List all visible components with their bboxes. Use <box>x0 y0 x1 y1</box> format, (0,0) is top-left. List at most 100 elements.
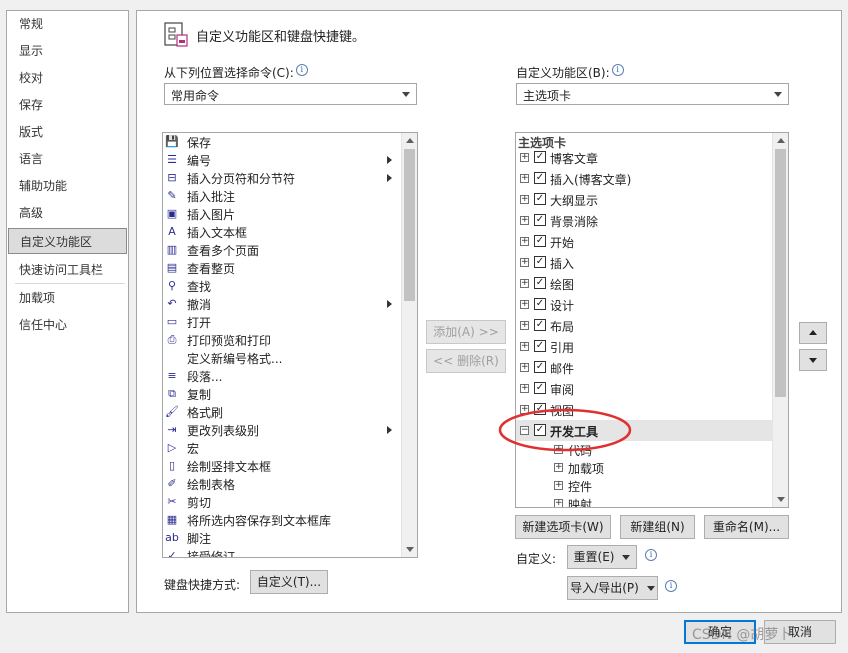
command-item[interactable]: ☰ 编号 <box>163 151 399 169</box>
command-item[interactable]: ▭ 打开 <box>163 313 399 331</box>
expand-icon[interactable]: + <box>520 300 529 309</box>
command-item[interactable]: ✐ 绘制表格 <box>163 475 399 493</box>
ribbon-tab-item[interactable]: + ✓ 审阅 <box>516 378 772 399</box>
choose-commands-dropdown[interactable]: 常用命令 <box>164 83 417 105</box>
command-item[interactable]: ab 脚注 <box>163 529 399 547</box>
scroll-thumb[interactable] <box>404 149 415 301</box>
nav-item-4[interactable]: 版式 <box>8 119 127 145</box>
expand-icon[interactable]: + <box>520 279 529 288</box>
tab-checkbox[interactable]: ✓ <box>534 193 546 205</box>
ribbon-tab-item[interactable]: + ✓ 引用 <box>516 336 772 357</box>
expand-icon[interactable]: + <box>520 321 529 330</box>
tab-checkbox[interactable]: ✓ <box>534 319 546 331</box>
commands-list[interactable]: 💾 保存 ☰ 编号 ⊟ 插入分页符和分节符 ✎ 插入批注 ▣ 插入图片 A 插入文本框 ▥ 查看多个页面 ▤… <box>162 132 418 558</box>
expand-icon[interactable]: + <box>520 258 529 267</box>
command-item[interactable]: ▣ 插入图片 <box>163 205 399 223</box>
command-item[interactable]: ⎙ 打印预览和打印 <box>163 331 399 349</box>
command-item[interactable]: ▷ 宏 <box>163 439 399 457</box>
ribbon-group-item[interactable]: + 映射 <box>516 495 772 507</box>
ribbon-tab-item[interactable]: + ✓ 博客文章 <box>516 147 772 168</box>
nav-item-7[interactable]: 高级 <box>8 200 127 226</box>
ribbon-tab-item[interactable]: + ✓ 绘图 <box>516 273 772 294</box>
ribbon-tab-item[interactable]: + ✓ 插入 <box>516 252 772 273</box>
tab-checkbox[interactable]: ✓ <box>534 361 546 373</box>
expand-icon[interactable]: + <box>520 363 529 372</box>
expand-icon[interactable]: + <box>520 216 529 225</box>
tab-label: 设计 <box>550 299 575 313</box>
command-item[interactable]: 定义新编号格式... <box>163 349 399 367</box>
remove-button[interactable]: << 删除(R) <box>426 349 506 373</box>
import-export-dropdown[interactable]: 导入/导出(P) <box>567 576 658 600</box>
command-item[interactable]: ≡ 段落... <box>163 367 399 385</box>
tab-checkbox[interactable]: ✓ <box>534 235 546 247</box>
command-item[interactable]: ✓ 接受修订 <box>163 547 399 557</box>
command-item[interactable]: 💾 保存 <box>163 133 399 151</box>
command-item[interactable]: 🖌 格式刷 <box>163 403 399 421</box>
ribbon-tab-item[interactable]: + ✓ 邮件 <box>516 357 772 378</box>
tab-checkbox[interactable]: ✓ <box>534 256 546 268</box>
ribbon-tab-item[interactable]: + ✓ 背景消除 <box>516 210 772 231</box>
nav-item-2[interactable]: 校对 <box>8 65 127 91</box>
reset-dropdown[interactable]: 重置(E) <box>567 545 637 569</box>
new-tab-button[interactable]: 新建选项卡(W) <box>515 515 611 539</box>
expand-icon[interactable]: + <box>520 174 529 183</box>
tab-checkbox[interactable]: ✓ <box>534 214 546 226</box>
command-item[interactable]: ✎ 插入批注 <box>163 187 399 205</box>
expand-icon[interactable]: + <box>554 463 563 472</box>
command-item[interactable]: ▦ 将所选内容保存到文本框库 <box>163 511 399 529</box>
command-item[interactable]: ▥ 查看多个页面 <box>163 241 399 259</box>
rename-button[interactable]: 重命名(M)... <box>704 515 789 539</box>
ribbon-tab-item[interactable]: + ✓ 大纲显示 <box>516 189 772 210</box>
nav-item-1[interactable]: 显示 <box>8 38 127 64</box>
expand-icon[interactable]: + <box>554 481 563 490</box>
scroll-up-button[interactable] <box>402 133 417 148</box>
add-button[interactable]: 添加(A) >> <box>426 320 506 344</box>
expand-icon[interactable]: + <box>554 499 563 507</box>
nav-item-8[interactable]: 自定义功能区 <box>8 228 127 254</box>
command-item[interactable]: ⇥ 更改列表级别 <box>163 421 399 439</box>
command-item[interactable]: ▤ 查看整页 <box>163 259 399 277</box>
new-group-button[interactable]: 新建组(N) <box>620 515 695 539</box>
tab-checkbox[interactable]: ✓ <box>534 151 546 163</box>
tab-checkbox[interactable]: ✓ <box>534 172 546 184</box>
nav-item-9[interactable]: 快速访问工具栏 <box>8 257 127 283</box>
ribbon-tab-item[interactable]: + ✓ 开始 <box>516 231 772 252</box>
customize-keyboard-button[interactable]: 自定义(T)... <box>250 570 328 594</box>
ribbon-tab-item[interactable]: + ✓ 布局 <box>516 315 772 336</box>
command-item[interactable]: ⧉ 复制 <box>163 385 399 403</box>
ribbon-group-item[interactable]: + 加载项 <box>516 459 772 477</box>
expand-icon[interactable]: + <box>520 195 529 204</box>
command-item[interactable]: ✂ 剪切 <box>163 493 399 511</box>
scroll-thumb[interactable] <box>775 149 786 397</box>
move-down-button[interactable] <box>799 349 827 371</box>
nav-item-11[interactable]: 信任中心 <box>8 312 127 338</box>
nav-item-10[interactable]: 加载项 <box>8 285 127 311</box>
move-up-button[interactable] <box>799 322 827 344</box>
tab-checkbox[interactable]: ✓ <box>534 340 546 352</box>
expand-icon[interactable]: + <box>520 237 529 246</box>
nav-item-0[interactable]: 常规 <box>8 11 127 37</box>
ribbon-tab-item[interactable]: + ✓ 插入(博客文章) <box>516 168 772 189</box>
nav-item-3[interactable]: 保存 <box>8 92 127 118</box>
tab-checkbox[interactable]: ✓ <box>534 298 546 310</box>
tree-scrollbar[interactable] <box>772 133 788 507</box>
command-item[interactable]: A 插入文本框 <box>163 223 399 241</box>
commands-scrollbar[interactable] <box>401 133 417 557</box>
ribbon-tab-item[interactable]: + ✓ 设计 <box>516 294 772 315</box>
nav-item-5[interactable]: 语言 <box>8 146 127 172</box>
expand-icon[interactable]: + <box>520 342 529 351</box>
scroll-down-button[interactable] <box>402 542 417 557</box>
tab-checkbox[interactable]: ✓ <box>534 382 546 394</box>
expand-icon[interactable]: + <box>520 384 529 393</box>
command-item[interactable]: ⚲ 查找 <box>163 277 399 295</box>
command-item[interactable]: ▯ 绘制竖排文本框 <box>163 457 399 475</box>
command-item[interactable]: ⊟ 插入分页符和分节符 <box>163 169 399 187</box>
ribbon-group-item[interactable]: + 控件 <box>516 477 772 495</box>
tab-checkbox[interactable]: ✓ <box>534 277 546 289</box>
scroll-down-button[interactable] <box>773 492 788 507</box>
command-item[interactable]: ↶ 撤消 <box>163 295 399 313</box>
expand-icon[interactable]: + <box>520 153 529 162</box>
nav-item-6[interactable]: 辅助功能 <box>8 173 127 199</box>
scroll-up-button[interactable] <box>773 133 788 148</box>
customize-ribbon-dropdown[interactable]: 主选项卡 <box>516 83 789 105</box>
